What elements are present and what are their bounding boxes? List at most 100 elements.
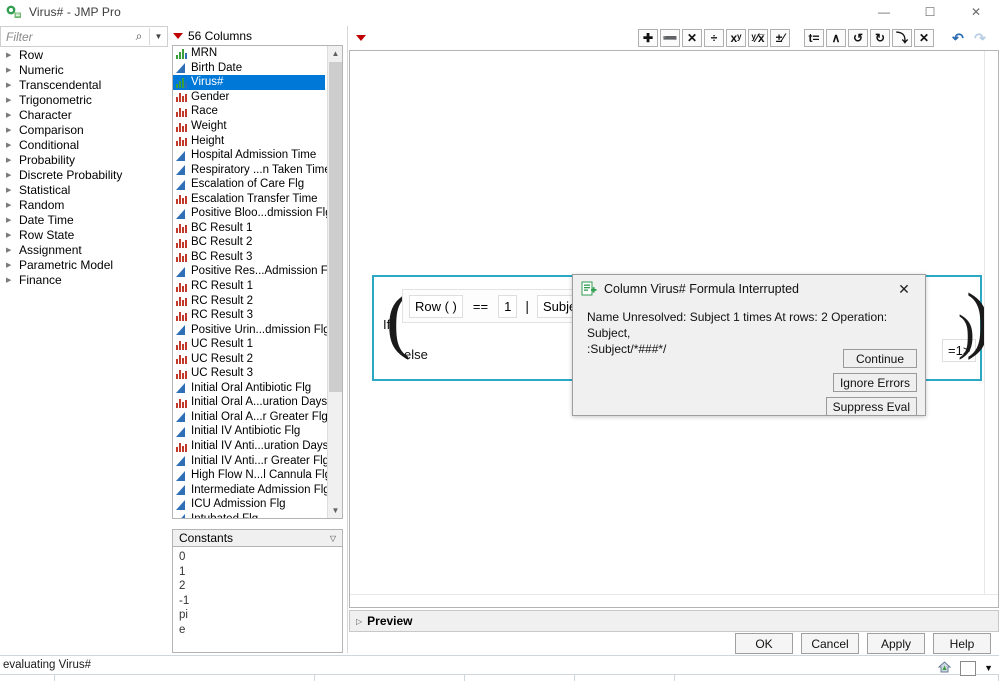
constant-item[interactable]: -1 [179,595,342,610]
column-list-item[interactable]: BC Result 1 [173,221,328,236]
function-category-numeric[interactable]: ▶ Numeric [0,62,168,77]
function-category-discrete-probability[interactable]: ▶ Discrete Probability [0,167,168,182]
swap-button[interactable]: ↻ [870,29,890,47]
equality-operator-token[interactable]: == [467,295,494,318]
subtract-button[interactable]: ➖ [660,29,680,47]
exponent-button[interactable]: xʸ [726,29,746,47]
multiply-button[interactable]: ✕ [682,29,702,47]
expander-icon[interactable]: ▶ [6,66,19,74]
cancel-button[interactable]: Cancel [801,633,859,654]
delete-button[interactable]: ✕ [914,29,934,47]
row-function-token[interactable]: Row ( ) [409,294,463,318]
status-dropdown-icon[interactable]: ▼ [984,663,993,673]
function-category-random[interactable]: ▶ Random [0,197,168,212]
column-list-item[interactable]: Intermediate Admission Flg [173,482,330,497]
column-list-item[interactable]: RC Result 2 [173,293,328,308]
formula-canvas-hscrollbar[interactable] [350,594,998,607]
column-list-item[interactable]: Initial IV Anti...uration Days [173,439,328,454]
column-list-item[interactable]: UC Result 2 [173,351,328,366]
column-list-item[interactable]: Positive Res...Admission Flg [173,264,337,279]
column-list-item[interactable]: Virus# [173,75,325,90]
column-list-item[interactable]: Birth Date [173,61,328,76]
expander-icon[interactable]: ▶ [6,156,19,164]
redo-button[interactable]: ↷ [970,29,990,47]
column-list-item[interactable]: Height [173,133,328,148]
column-list-item[interactable]: Positive Urin...dmission Flg [173,322,330,337]
column-list-item[interactable]: RC Result 3 [173,308,328,323]
help-button[interactable]: Help [933,633,991,654]
column-list-item[interactable]: Intubated Flg [173,512,328,518]
function-category-parametric-model[interactable]: ▶ Parametric Model [0,257,168,272]
function-category-character[interactable]: ▶ Character [0,107,168,122]
column-list-item[interactable]: Race [173,104,328,119]
column-list-item[interactable]: UC Result 3 [173,366,328,381]
function-category-comparison[interactable]: ▶ Comparison [0,122,168,137]
or-operator-token[interactable]: | [519,298,535,314]
column-list-item[interactable]: Respiratory ...n Taken Time [173,162,331,177]
function-category-trigonometric[interactable]: ▶ Trigonometric [0,92,168,107]
column-list-item[interactable]: BC Result 2 [173,235,328,250]
column-list-item[interactable]: BC Result 3 [173,250,328,265]
function-category-conditional[interactable]: ▶ Conditional [0,137,168,152]
move-up-button[interactable]: ∧ [826,29,846,47]
expander-icon[interactable]: ▶ [6,261,19,269]
formula-canvas-vscrollbar[interactable] [984,51,998,607]
column-list-item[interactable]: Initial Oral A...uration Days [173,395,328,410]
function-category-row-state[interactable]: ▶ Row State [0,227,168,242]
chevron-down-icon[interactable]: ▽ [330,534,336,543]
constant-item[interactable]: 2 [179,580,342,595]
constant-item[interactable]: 0 [179,551,342,566]
function-category-probability[interactable]: ▶ Probability [0,152,168,167]
status-square-indicator[interactable] [960,660,977,676]
add-button[interactable]: ✚ [638,29,658,47]
close-button[interactable]: ✕ [953,0,999,24]
constant-item[interactable]: pi [179,609,342,624]
column-list-item[interactable]: Escalation of Care Flg [173,177,328,192]
minimize-button[interactable]: — [861,0,907,24]
function-category-transcendental[interactable]: ▶ Transcendental [0,77,168,92]
column-list-item[interactable]: Initial IV Anti...r Greater Flg [173,453,329,468]
apply-button[interactable]: Apply [867,633,925,654]
function-category-row[interactable]: ▶ Row [0,47,168,62]
filter-bar[interactable]: Filter ⌕ ▼ [0,26,168,47]
column-list-item[interactable]: Escalation Transfer Time [173,191,328,206]
ok-button[interactable]: OK [735,633,793,654]
expander-icon[interactable]: ▶ [6,246,19,254]
filter-input[interactable]: Filter [1,30,129,44]
expander-icon[interactable]: ▶ [6,81,19,89]
search-icon[interactable]: ⌕ [129,29,149,44]
function-category-finance[interactable]: ▶ Finance [0,272,168,287]
divide-button[interactable]: ÷ [704,29,724,47]
formula-red-triangle-menu-icon[interactable] [355,33,367,43]
function-category-statistical[interactable]: ▶ Statistical [0,182,168,197]
expander-icon[interactable]: ▶ [6,96,19,104]
constant-item[interactable]: 1 [179,566,342,581]
red-triangle-menu-icon[interactable] [172,31,184,41]
ignore-errors-button[interactable]: Ignore Errors [832,373,917,392]
suppress-eval-button[interactable]: Suppress Eval [825,397,917,416]
preview-section[interactable]: ▷ Preview [349,610,999,632]
preview-expander-icon[interactable]: ▷ [356,617,362,626]
column-list-item[interactable]: Gender [173,90,328,105]
column-list-item[interactable]: Initial Oral A...r Greater Flg [173,410,328,425]
insert-button[interactable]: ⤵ [892,29,912,47]
root-button[interactable]: ʸ⁄x̅ [748,29,768,47]
expander-icon[interactable]: ▶ [6,111,19,119]
column-list-item[interactable]: Positive Bloo...dmission Flg [173,206,332,221]
column-list-item[interactable]: RC Result 1 [173,279,328,294]
literal-one-token[interactable]: 1 [498,294,518,318]
scroll-up-icon[interactable]: ▲ [328,46,342,61]
function-category-date-time[interactable]: ▶ Date Time [0,212,168,227]
expander-icon[interactable]: ▶ [6,126,19,134]
function-category-assignment[interactable]: ▶ Assignment [0,242,168,257]
constants-list[interactable]: 0 1 2 -1 pi e [172,547,343,653]
scrollbar-thumb[interactable] [329,62,342,392]
scroll-down-icon[interactable]: ▼ [328,503,342,518]
column-list-item[interactable]: MRN [173,46,328,61]
dialog-close-icon[interactable]: ✕ [883,275,925,303]
filter-dropdown-icon[interactable]: ▼ [150,32,167,41]
column-list-item[interactable]: Initial IV Antibiotic Flg [173,424,328,439]
continue-button[interactable]: Continue [843,349,917,368]
column-list-item[interactable]: Hospital Admission Time [173,148,328,163]
columns-scrollbar[interactable]: ▲ ▼ [327,46,342,518]
